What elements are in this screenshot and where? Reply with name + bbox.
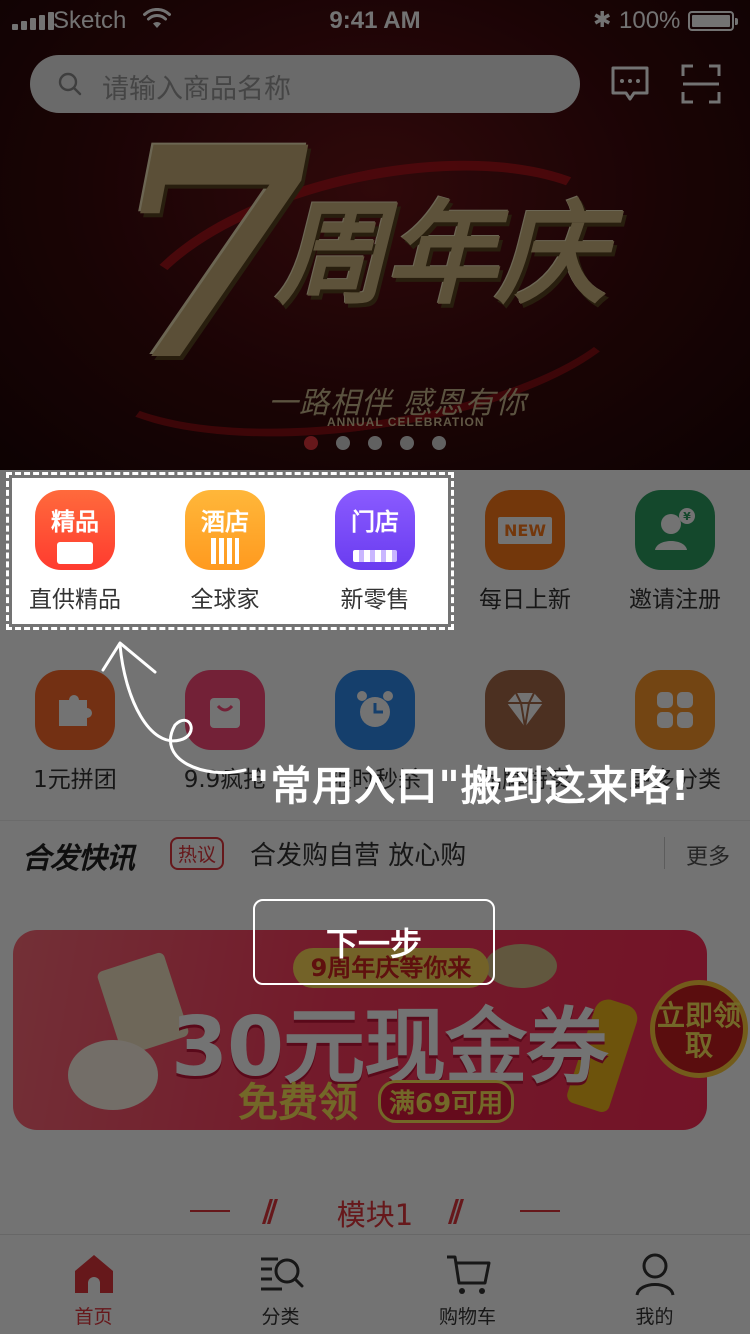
tab-profile[interactable]: 我的 [561, 1235, 748, 1334]
tab-label: 购物车 [438, 1306, 496, 1328]
onboarding-message: "常用入口"搬到这来咯! [248, 762, 691, 810]
section-line-decoration [520, 1210, 560, 1212]
next-step-button[interactable]: 下一步 [253, 899, 495, 985]
tab-label: 首页 [74, 1306, 113, 1328]
tab-category[interactable]: 分类 [187, 1235, 374, 1334]
divider [664, 837, 665, 869]
scan-icon[interactable] [680, 63, 722, 105]
quick-entry-label: 邀请注册 [629, 587, 721, 613]
tab-label: 我的 [635, 1306, 674, 1328]
carousel-dot[interactable] [336, 436, 350, 450]
bluetooth-icon: ✱ [593, 7, 612, 32]
search-placeholder: 请输入商品名称 [102, 74, 291, 105]
section-header: // 模块1 // [0, 1190, 750, 1232]
battery-icon [688, 11, 738, 31]
news-headline[interactable]: 合发购自营 放心购 [250, 835, 466, 872]
search-bar[interactable]: 请输入商品名称 [30, 55, 580, 113]
message-icon[interactable] [609, 63, 651, 105]
status-bar: Sketch 9:41 AM ✱ 100% [0, 0, 750, 40]
category-search-icon [260, 1257, 303, 1291]
news-brand: 合发快讯 [22, 841, 135, 875]
curved-arrow-icon [101, 641, 247, 775]
carousel-indicator [304, 436, 446, 450]
banner-subtitle-en: ANNUAL CELEBRATION [327, 415, 485, 429]
hot-tag-badge: 热议 [170, 837, 225, 870]
alarm-clock-icon [335, 670, 415, 750]
promo-condition: 满69可用 [378, 1080, 515, 1123]
news-more-link[interactable]: 更多 [686, 839, 730, 871]
highlight-dashed-frame [6, 472, 454, 630]
home-icon [74, 1255, 113, 1293]
new-sign-icon: NEW [485, 490, 565, 570]
banner-title: 周年庆 [275, 189, 607, 320]
tab-home[interactable]: 首页 [0, 1235, 187, 1334]
promo-free-label: 免费领 [238, 1080, 358, 1126]
news-ticker[interactable]: 合发快讯 热议 合发购自营 放心购 更多 [0, 820, 750, 882]
cart-icon [446, 1255, 490, 1294]
grid-icon [635, 670, 715, 750]
carousel-dot[interactable] [368, 436, 382, 450]
profile-icon [635, 1253, 674, 1296]
diamond-icon [485, 670, 565, 750]
search-icon [58, 72, 82, 96]
claim-coupon-button[interactable]: 立即领取 [650, 980, 748, 1078]
svg-text:¥: ¥ [683, 510, 691, 523]
quick-entry-daily-new[interactable]: NEW 每日上新 [450, 490, 600, 614]
bottom-tab-bar: 首页 分类 购物车 我的 [0, 1234, 750, 1334]
carousel-dot[interactable] [432, 436, 446, 450]
section-title: 模块1 [336, 1198, 414, 1232]
seafood-plate-image [68, 1040, 158, 1110]
carousel-dot[interactable] [400, 436, 414, 450]
quick-entry-invite[interactable]: ¥ 邀请注册 [600, 490, 750, 614]
carousel-dot[interactable] [304, 436, 318, 450]
section-slash-decoration: // [448, 1194, 464, 1229]
quick-entry-label: 每日上新 [479, 587, 571, 613]
battery-percentage: 100% [619, 7, 681, 34]
tab-cart[interactable]: 购物车 [374, 1235, 561, 1334]
tab-label: 分类 [261, 1306, 300, 1328]
invite-user-icon: ¥ [635, 490, 715, 570]
